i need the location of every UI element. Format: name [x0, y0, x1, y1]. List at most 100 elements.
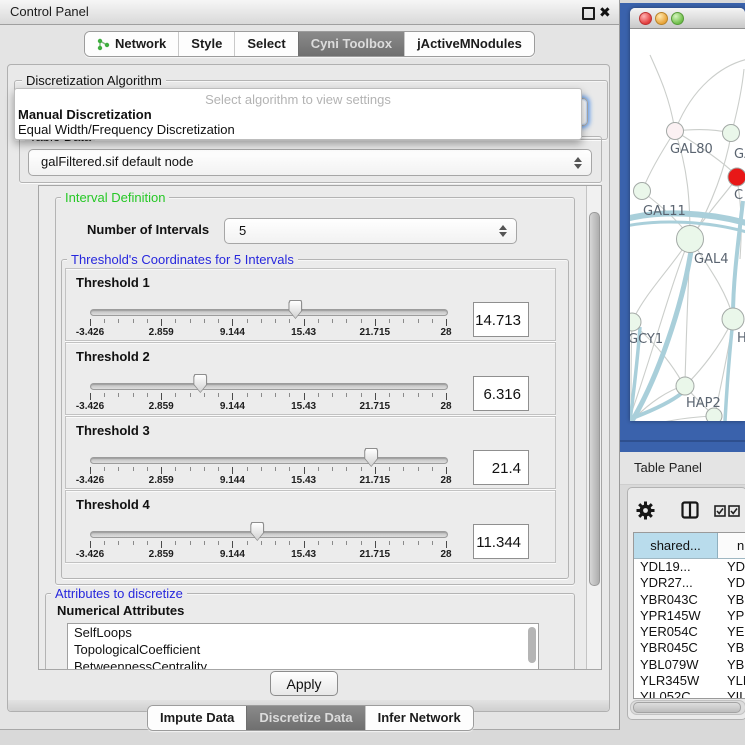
table-hscrollbar-thumb[interactable] — [633, 702, 741, 713]
network-node[interactable] — [723, 125, 740, 142]
float-window-icon[interactable] — [582, 7, 595, 20]
tab-impute-data[interactable]: Impute Data — [148, 706, 246, 730]
slider-thumb[interactable] — [193, 374, 207, 393]
gear-icon[interactable] — [635, 500, 656, 521]
slider-tick — [318, 467, 319, 471]
column-header-shared-name[interactable]: shared... — [634, 533, 718, 558]
interval-definition-group-label: Interval Definition — [61, 190, 169, 205]
network-edge[interactable] — [687, 321, 732, 384]
threshold-label: Threshold 1 — [76, 275, 150, 290]
algorithm-placeholder-option[interactable]: Select algorithm to view settings — [15, 92, 581, 107]
table-row[interactable]: YLR345WYLR3 — [634, 673, 745, 689]
network-node[interactable] — [722, 308, 744, 330]
table-row[interactable]: YDR27...YDR2 — [634, 575, 745, 591]
list-scrollbar-thumb[interactable] — [528, 627, 536, 663]
slider-tick-label: -3.426 — [62, 401, 118, 412]
numerical-attributes-label: Numerical Attributes — [57, 603, 184, 618]
slider-track[interactable] — [90, 309, 448, 316]
attribute-item-betweennesscentrality[interactable]: BetweennessCentrality — [68, 658, 538, 670]
slider-tick — [289, 319, 290, 323]
close-icon[interactable]: ✖ — [599, 3, 611, 21]
cell-shared-name: YBR043C — [634, 592, 723, 608]
settings-scrollbar-thumb[interactable] — [589, 212, 600, 586]
slider-tick — [261, 467, 262, 471]
slider-tick — [204, 319, 205, 323]
combo-spinner-icon[interactable] — [499, 225, 507, 237]
algorithm-option-manual-discretization[interactable]: Manual Discretization — [15, 107, 581, 122]
slider-tick — [161, 319, 162, 326]
table-hscrollbar-track[interactable] — [630, 700, 745, 715]
threshold-value-field[interactable]: 21.4 — [473, 450, 529, 485]
slider-tick — [133, 319, 134, 323]
slider-thumb[interactable] — [288, 300, 302, 319]
slider-tick — [346, 467, 347, 471]
table-row[interactable]: YPR145WYPR1 — [634, 608, 745, 624]
slider-tick — [147, 319, 148, 323]
checkbox-icon[interactable] — [728, 505, 740, 517]
table-row[interactable]: YIL052CYIL0 — [634, 689, 745, 699]
threshold-value-field[interactable]: 11.344 — [473, 524, 529, 559]
control-panel-titlebar: Control Panel ✖ — [0, 0, 619, 25]
table-row[interactable]: YBR043CYBR0 — [634, 592, 745, 608]
slider-tick — [361, 393, 362, 397]
tab-discretize-data[interactable]: Discretize Data — [246, 706, 364, 730]
number-of-intervals-combobox[interactable]: 5 — [224, 218, 517, 244]
table-data-combobox[interactable]: galFiltered.sif default node — [28, 149, 592, 176]
slider-thumb[interactable] — [250, 522, 264, 541]
tab-select[interactable]: Select — [234, 32, 297, 56]
slider-track[interactable] — [90, 457, 448, 464]
slider-tick-label: -3.426 — [62, 327, 118, 338]
tab-style[interactable]: Style — [178, 32, 234, 56]
column-header-name[interactable]: n — [718, 533, 745, 558]
slider-tick — [403, 467, 404, 471]
network-node[interactable] — [677, 226, 704, 253]
numerical-attributes-list[interactable]: SelfLoopsTopologicalCoefficientBetweenne… — [67, 623, 539, 670]
tab-jactivemnodules[interactable]: jActiveMNodules — [404, 32, 534, 56]
apply-button[interactable]: Apply — [270, 671, 338, 696]
slider-thumb[interactable] — [364, 448, 378, 467]
slider-tick-label: 2.859 — [133, 475, 189, 486]
table-row[interactable]: YBR045CYBR0 — [634, 640, 745, 656]
network-canvas[interactable]: GAL80GACGAL11GAL4GCY1HHAP2 — [630, 29, 745, 421]
slider-tick — [275, 541, 276, 545]
split-columns-icon[interactable] — [681, 501, 699, 519]
checkbox-icon[interactable] — [714, 505, 726, 517]
combo-spinner-icon[interactable] — [574, 157, 582, 169]
network-node[interactable] — [676, 377, 694, 395]
slider-tick — [247, 467, 248, 471]
network-view-window: GAL80GACGAL11GAL4GCY1HHAP2 — [630, 8, 745, 421]
slider-tick — [403, 541, 404, 545]
network-edge[interactable] — [725, 329, 732, 421]
tab-infer-network[interactable]: Infer Network — [365, 706, 473, 730]
close-traffic-light-icon[interactable] — [639, 12, 652, 25]
table-row[interactable]: YBL079WYBL0 — [634, 657, 745, 673]
network-edge[interactable] — [643, 131, 675, 189]
slider-tick — [275, 467, 276, 471]
table-row[interactable]: YDL19...YDL1 — [634, 559, 745, 575]
slider-tick — [118, 393, 119, 397]
cell-name: YIL0 — [723, 689, 745, 699]
tab-cyni-toolbox[interactable]: Cyni Toolbox — [298, 32, 404, 56]
network-node[interactable] — [634, 183, 651, 200]
tab-network[interactable]: Network — [85, 32, 178, 56]
settings-scrollbar-track[interactable] — [586, 186, 601, 669]
slider-track[interactable] — [90, 383, 448, 390]
slider-tick — [204, 467, 205, 471]
attribute-item-topologicalcoefficient[interactable]: TopologicalCoefficient — [68, 641, 538, 658]
attribute-item-selfloops[interactable]: SelfLoops — [68, 624, 538, 641]
slider-tick — [190, 541, 191, 545]
network-node[interactable] — [728, 168, 745, 186]
network-edge[interactable] — [630, 416, 713, 421]
network-edge[interactable] — [650, 55, 675, 131]
slider-tick — [375, 393, 376, 400]
threshold-value-field[interactable]: 14.713 — [473, 302, 529, 337]
table-row[interactable]: YER054CYER0 — [634, 624, 745, 640]
zoom-traffic-light-icon[interactable] — [671, 12, 684, 25]
threshold-value-field[interactable]: 6.316 — [473, 376, 529, 411]
slider-track[interactable] — [90, 531, 448, 538]
network-node[interactable] — [667, 123, 684, 140]
node-table: shared... n YDL19...YDL1YDR27...YDR2YBR0… — [633, 532, 745, 699]
minimize-traffic-light-icon[interactable] — [655, 12, 668, 25]
algorithm-option-equal-width-frequency-discretization[interactable]: Equal Width/Frequency Discretization — [15, 122, 581, 137]
slider-tick — [104, 467, 105, 471]
